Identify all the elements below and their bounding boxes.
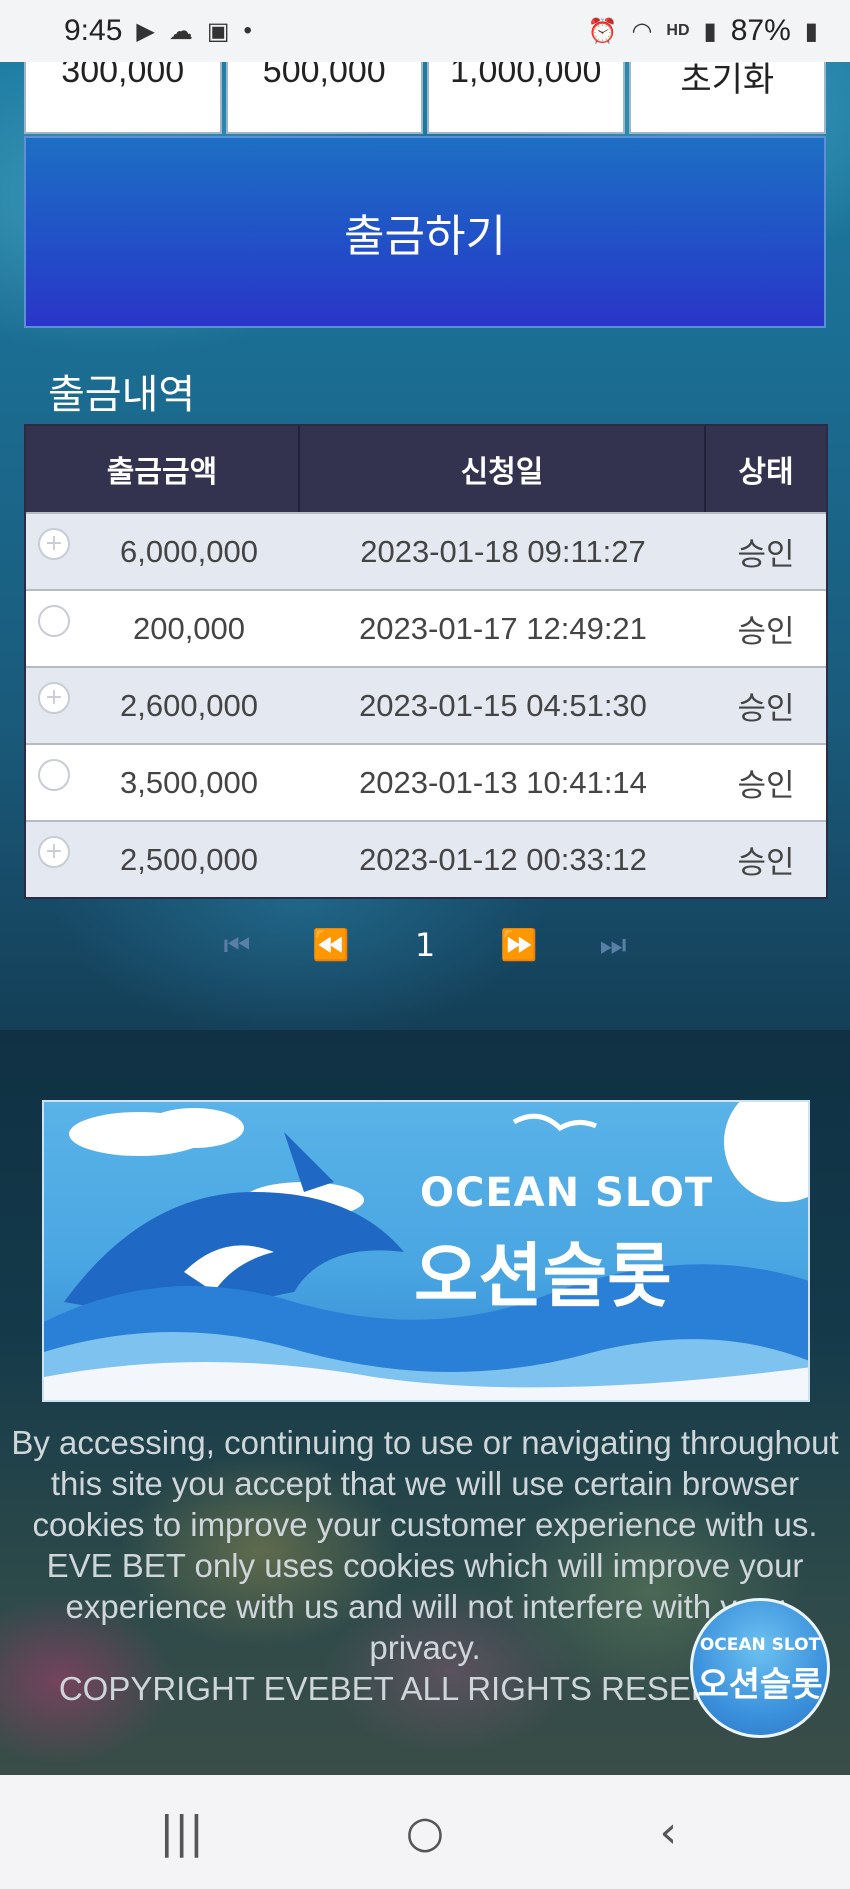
row-status: 승인 xyxy=(737,691,795,726)
current-page[interactable]: 1 xyxy=(378,926,472,964)
header-amount: 출금금액 xyxy=(26,426,300,512)
history-title: 출금내역 xyxy=(48,372,196,418)
prev-page-icon[interactable]: ⏪ xyxy=(284,928,378,963)
table-row[interactable]: + 6,000,000 2023-01-18 09:11:27 승인 xyxy=(26,512,826,589)
hd-voice-icon: HD xyxy=(666,22,690,39)
row-status: 승인 xyxy=(737,614,795,649)
header-date: 신청일 xyxy=(300,426,706,512)
back-icon[interactable]: ‹ xyxy=(608,1807,728,1858)
row-date: 2023-01-12 00:33:12 xyxy=(359,841,647,877)
sun-icon xyxy=(724,1102,808,1202)
status-right: ⏰ ◠ HD ▮ 87% ▮ xyxy=(588,14,818,48)
pagination: ⏮ ⏪ 1 ⏩ ⏭ xyxy=(0,915,850,975)
status-left: 9:45 ▶ ☁ ▣ • xyxy=(64,14,252,48)
row-date: 2023-01-18 09:11:27 xyxy=(360,533,646,569)
expand-icon[interactable]: + xyxy=(38,528,70,560)
header-status: 상태 xyxy=(738,455,794,490)
expand-icon[interactable]: + xyxy=(38,682,70,714)
withdraw-history-table: 출금금액 신청일 상태 + 6,000,000 2023-01-18 09:11… xyxy=(24,424,828,899)
wifi-icon: ◠ xyxy=(631,17,653,45)
home-icon[interactable]: ○ xyxy=(365,1807,485,1858)
cookie-notice-line1: By accessing, continuing to use or navig… xyxy=(11,1424,839,1543)
expand-icon[interactable]: + xyxy=(38,836,70,868)
row-date: 2023-01-17 12:49:21 xyxy=(359,610,647,646)
row-status: 승인 xyxy=(737,537,795,572)
table-row[interactable]: + 2,500,000 2023-01-12 00:33:12 승인 xyxy=(26,820,826,897)
first-page-icon[interactable]: ⏮ xyxy=(190,928,284,963)
banner-title-en: OCEAN SLOT xyxy=(420,1170,714,1216)
banner-title-ko: 오션슬롯 xyxy=(414,1235,672,1317)
status-bar: 9:45 ▶ ☁ ▣ • ⏰ ◠ HD ▮ 87% ▮ xyxy=(0,0,850,62)
next-page-icon[interactable]: ⏩ xyxy=(472,928,566,963)
last-page-icon[interactable]: ⏭ xyxy=(566,928,660,963)
table-row[interactable]: + 2,600,000 2023-01-15 04:51:30 승인 xyxy=(26,666,826,743)
system-nav-bar: ||| ○ ‹ xyxy=(0,1775,850,1889)
table-row[interactable]: 3,500,000 2023-01-13 10:41:14 승인 xyxy=(26,743,826,820)
row-date: 2023-01-13 10:41:14 xyxy=(359,764,647,800)
badge-title-en: OCEAN SLOT xyxy=(699,1635,821,1655)
recents-icon[interactable]: ||| xyxy=(122,1807,242,1858)
cloud-shape xyxy=(144,1108,244,1148)
row-status: 승인 xyxy=(737,845,795,880)
table-header: 출금금액 신청일 상태 xyxy=(26,426,826,512)
clock: 9:45 xyxy=(64,14,123,47)
signal-icon: ▮ xyxy=(703,17,717,45)
table-row[interactable]: 200,000 2023-01-17 12:49:21 승인 xyxy=(26,589,826,666)
row-date: 2023-01-15 04:51:30 xyxy=(359,687,647,723)
cloud-icon: ☁ xyxy=(168,17,193,45)
expand-icon[interactable] xyxy=(38,605,70,637)
seagull-icon xyxy=(512,1113,598,1132)
withdraw-button[interactable]: 출금하기 xyxy=(24,136,826,328)
expand-icon[interactable] xyxy=(38,759,70,791)
gallery-icon: ▣ xyxy=(206,17,230,45)
ocean-slot-banner[interactable]: OCEAN SLOT 오션슬롯 xyxy=(42,1100,810,1402)
youtube-icon: ▶ xyxy=(136,17,155,45)
alarm-icon: ⏰ xyxy=(587,17,618,45)
battery-icon: ▮ xyxy=(804,17,818,45)
dot-icon: • xyxy=(243,17,252,44)
row-status: 승인 xyxy=(737,768,795,803)
floating-ocean-slot-badge[interactable]: OCEAN SLOT 오션슬롯 xyxy=(690,1598,830,1738)
badge-title-ko: 오션슬롯 xyxy=(697,1665,823,1705)
battery-percent: 87% xyxy=(730,14,791,47)
